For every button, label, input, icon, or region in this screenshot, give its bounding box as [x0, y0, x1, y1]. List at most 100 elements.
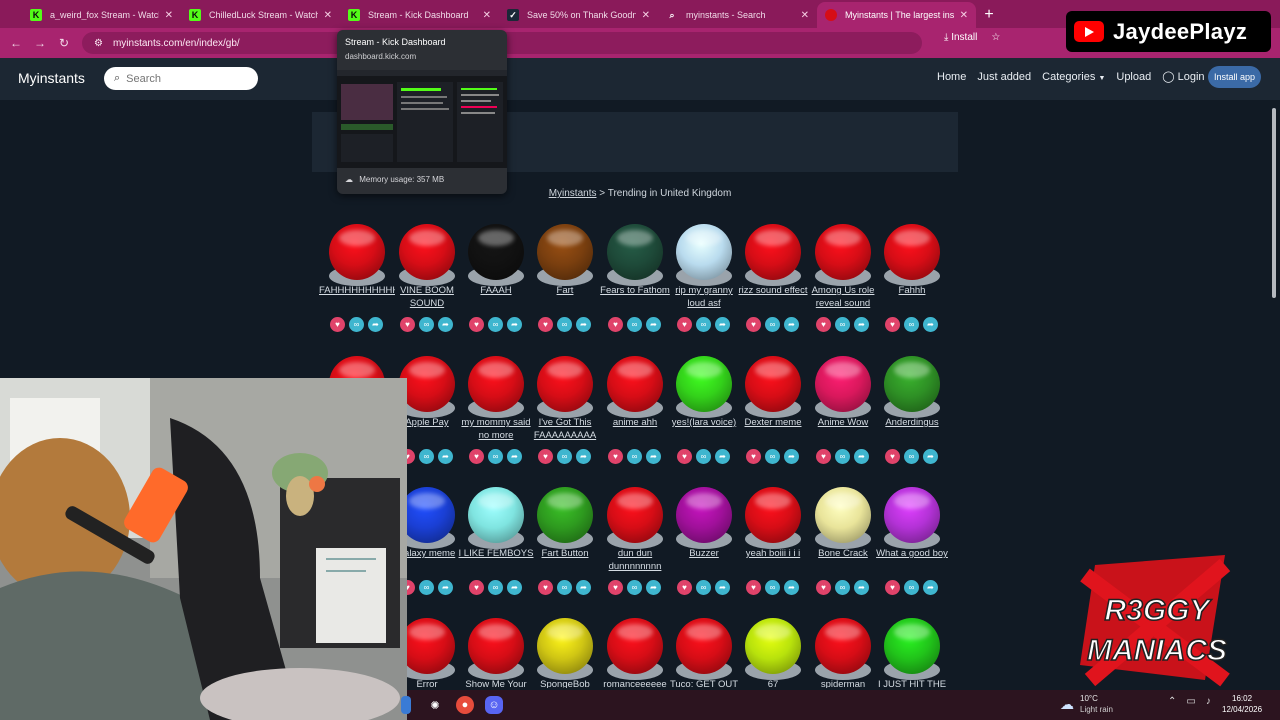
- copy-link-icon[interactable]: ∞: [835, 317, 850, 332]
- share-icon[interactable]: ➦: [646, 317, 661, 332]
- sound-button[interactable]: [884, 224, 940, 280]
- site-info-icon[interactable]: ⚙: [94, 38, 103, 49]
- share-icon[interactable]: ➦: [715, 449, 730, 464]
- share-icon[interactable]: ➦: [784, 580, 799, 595]
- copy-link-icon[interactable]: ∞: [419, 580, 434, 595]
- favorite-heart-icon[interactable]: ♥: [885, 580, 900, 595]
- share-icon[interactable]: ➦: [576, 449, 591, 464]
- sound-button-label[interactable]: What a good boy: [874, 547, 950, 574]
- sound-button[interactable]: [329, 224, 385, 280]
- share-icon[interactable]: ➦: [438, 449, 453, 464]
- sound-button-label[interactable]: Among Us role reveal sound: [805, 284, 881, 311]
- share-icon[interactable]: ➦: [646, 580, 661, 595]
- share-icon[interactable]: ➦: [923, 449, 938, 464]
- sound-button[interactable]: [399, 224, 455, 280]
- share-icon[interactable]: ➦: [576, 317, 591, 332]
- sound-button-label[interactable]: yeah boiii i i i: [735, 547, 811, 574]
- sound-button[interactable]: [745, 356, 801, 412]
- sound-button-label[interactable]: rizz sound effect: [735, 284, 811, 311]
- share-icon[interactable]: ➦: [784, 317, 799, 332]
- nav-just-added[interactable]: Just added: [977, 71, 1031, 83]
- page-scrollbar[interactable]: [1270, 100, 1278, 690]
- close-tab-icon[interactable]: ✕: [642, 10, 650, 21]
- copy-link-icon[interactable]: ∞: [488, 317, 503, 332]
- copy-link-icon[interactable]: ∞: [765, 449, 780, 464]
- sound-button-label[interactable]: my mommy said no more: [458, 416, 534, 443]
- taskbar-clock[interactable]: 16:02 12/04/2026: [1222, 693, 1262, 715]
- install-button[interactable]: ⤓ Install: [944, 32, 977, 43]
- favorite-heart-icon[interactable]: ♥: [469, 580, 484, 595]
- back-icon[interactable]: ←: [4, 36, 28, 50]
- favorite-heart-icon[interactable]: ♥: [746, 449, 761, 464]
- copy-link-icon[interactable]: ∞: [627, 317, 642, 332]
- favorite-heart-icon[interactable]: ♥: [816, 449, 831, 464]
- sound-button[interactable]: [537, 224, 593, 280]
- favorite-heart-icon[interactable]: ♥: [608, 580, 623, 595]
- copy-link-icon[interactable]: ∞: [557, 317, 572, 332]
- copy-link-icon[interactable]: ∞: [765, 317, 780, 332]
- copy-link-icon[interactable]: ∞: [904, 449, 919, 464]
- forward-icon[interactable]: →: [28, 36, 52, 50]
- share-icon[interactable]: ➦: [784, 449, 799, 464]
- sound-button[interactable]: [676, 618, 732, 674]
- favorite-heart-icon[interactable]: ♥: [608, 449, 623, 464]
- sound-button-label[interactable]: rip my granny loud asf: [666, 284, 742, 311]
- sound-button[interactable]: [745, 487, 801, 543]
- sound-button[interactable]: [607, 224, 663, 280]
- browser-tab[interactable]: K Stream - Kick Dashboard ✕: [340, 2, 499, 28]
- sound-button[interactable]: [607, 487, 663, 543]
- favorite-heart-icon[interactable]: ♥: [400, 317, 415, 332]
- windows-start-icon[interactable]: [401, 696, 411, 714]
- browser-tab[interactable]: Myinstants | The largest instant sound b…: [817, 2, 976, 28]
- sound-button[interactable]: [745, 618, 801, 674]
- sound-button-label[interactable]: Buzzer: [666, 547, 742, 574]
- share-icon[interactable]: ➦: [923, 580, 938, 595]
- install-app-button[interactable]: Install app: [1208, 66, 1261, 88]
- copy-link-icon[interactable]: ∞: [765, 580, 780, 595]
- sound-button[interactable]: [399, 618, 455, 674]
- sound-button-label[interactable]: Anime Wow: [805, 416, 881, 443]
- favorite-heart-icon[interactable]: ♥: [538, 580, 553, 595]
- sound-button[interactable]: [815, 224, 871, 280]
- sound-button[interactable]: [676, 356, 732, 412]
- nav-upload[interactable]: Upload: [1116, 71, 1151, 83]
- copy-link-icon[interactable]: ∞: [557, 449, 572, 464]
- sound-button-label[interactable]: anime ahh: [597, 416, 673, 443]
- share-icon[interactable]: ➦: [854, 449, 869, 464]
- reload-icon[interactable]: ↻: [52, 36, 76, 50]
- sound-button-label[interactable]: SpongeBob: [527, 678, 603, 688]
- sound-button[interactable]: [745, 224, 801, 280]
- share-icon[interactable]: ➦: [854, 317, 869, 332]
- sound-button[interactable]: [884, 356, 940, 412]
- share-icon[interactable]: ➦: [507, 580, 522, 595]
- copy-link-icon[interactable]: ∞: [488, 580, 503, 595]
- bookmark-star-icon[interactable]: ☆: [991, 32, 1000, 43]
- close-tab-icon[interactable]: ✕: [960, 10, 968, 21]
- copy-link-icon[interactable]: ∞: [904, 317, 919, 332]
- sound-button-label[interactable]: yes!(lara voice): [666, 416, 742, 443]
- sound-button[interactable]: [537, 618, 593, 674]
- sound-button[interactable]: [468, 618, 524, 674]
- network-icon[interactable]: ▭: [1186, 696, 1195, 707]
- favorite-heart-icon[interactable]: ♥: [469, 449, 484, 464]
- favorite-heart-icon[interactable]: ♥: [677, 580, 692, 595]
- sound-button[interactable]: [815, 487, 871, 543]
- close-tab-icon[interactable]: ✕: [483, 10, 491, 21]
- tray-chevron-icon[interactable]: ⌃: [1168, 696, 1176, 707]
- share-icon[interactable]: ➦: [438, 317, 453, 332]
- sound-button[interactable]: [399, 356, 455, 412]
- sound-button-label[interactable]: Dexter meme: [735, 416, 811, 443]
- copy-link-icon[interactable]: ∞: [835, 580, 850, 595]
- sound-button[interactable]: [607, 618, 663, 674]
- favorite-heart-icon[interactable]: ♥: [885, 317, 900, 332]
- favorite-heart-icon[interactable]: ♥: [816, 580, 831, 595]
- nav-categories[interactable]: Categories ▼: [1042, 71, 1105, 83]
- share-icon[interactable]: ➦: [715, 580, 730, 595]
- copy-link-icon[interactable]: ∞: [627, 580, 642, 595]
- sound-button[interactable]: [676, 487, 732, 543]
- favorite-heart-icon[interactable]: ♥: [816, 317, 831, 332]
- breadcrumb-home-link[interactable]: Myinstants: [549, 188, 597, 199]
- chrome-icon[interactable]: ●: [456, 696, 474, 714]
- site-logo[interactable]: Myinstants: [18, 70, 85, 86]
- sound-button[interactable]: [607, 356, 663, 412]
